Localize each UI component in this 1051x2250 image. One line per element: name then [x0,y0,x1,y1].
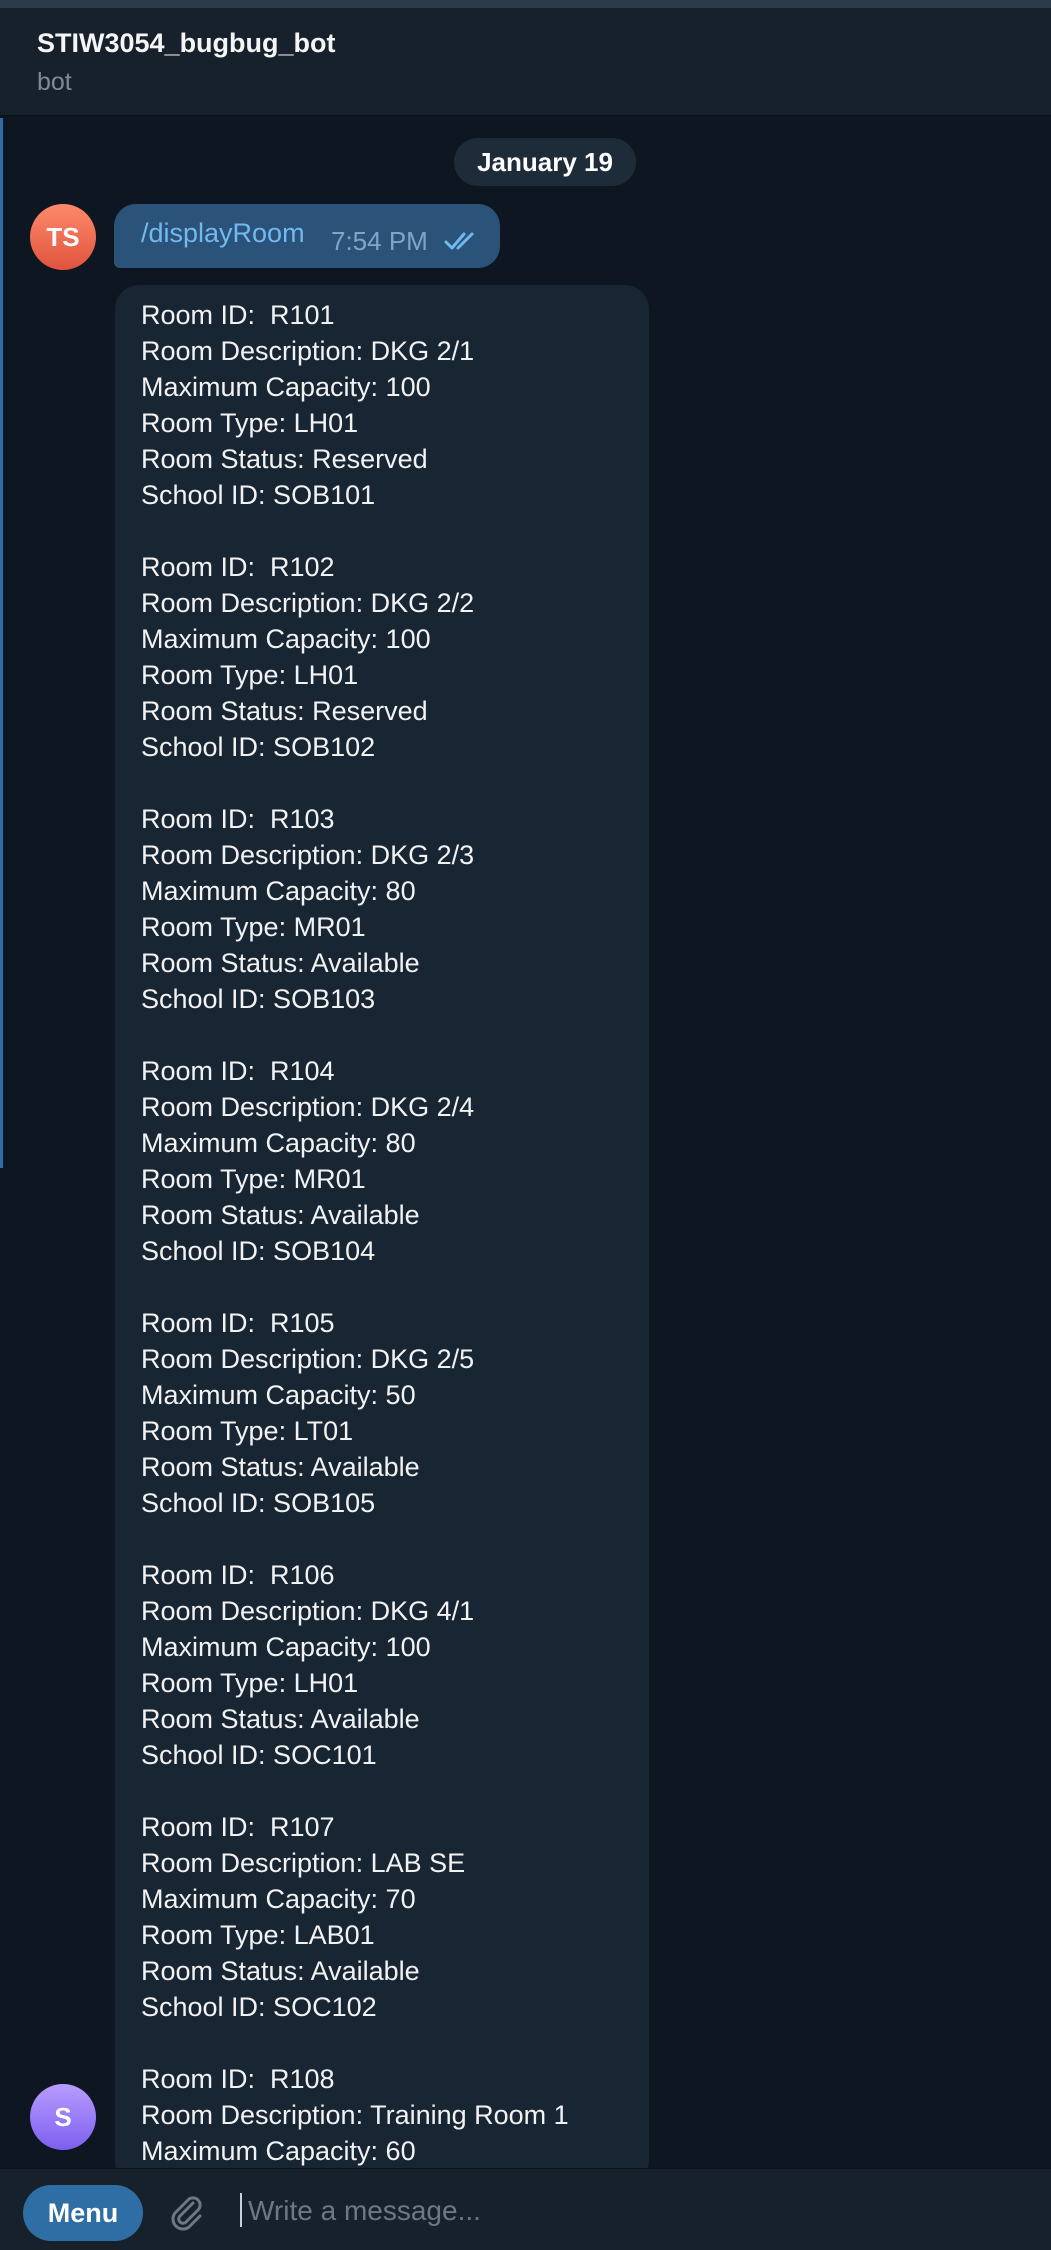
message-line: Room ID: R104 [141,1056,335,1086]
message-line: Maximum Capacity: 100 [141,624,431,654]
message-line: Room Description: LAB SE [141,1848,466,1878]
message-line: Maximum Capacity: 80 [141,876,416,906]
window-top-strip [0,0,1051,8]
message-line: Room ID: R101 [141,300,335,330]
text-cursor [240,2193,242,2227]
message-line: Room ID: R105 [141,1308,335,1338]
line-spacer [141,513,569,549]
message-input[interactable] [246,2187,1030,2235]
chat-title[interactable]: STIW3054_bugbug_bot [37,28,336,59]
message-line: Maximum Capacity: 50 [141,1380,416,1410]
message-line: School ID: SOC101 [141,1740,377,1770]
message-line: Room Type: MR01 [141,1164,366,1194]
message-line: Room Description: DKG 4/1 [141,1596,475,1626]
sender-avatar[interactable]: TS [30,204,96,270]
command-link[interactable]: /displayRoom [141,218,305,249]
message-time: 7:54 PM [331,226,428,256]
message-line: Room ID: R106 [141,1560,335,1590]
paperclip-icon[interactable] [166,2191,206,2231]
message-line: School ID: SOB103 [141,984,376,1014]
message-line: Room Type: LAB01 [141,1920,375,1950]
message-line: Room Status: Available [141,1452,420,1482]
message-line: Room ID: R103 [141,804,335,834]
message-line: Room ID: R102 [141,552,335,582]
message-line: Room Description: DKG 2/1 [141,336,475,366]
message-line: Room Description: DKG 2/3 [141,840,475,870]
message-line: Room Description: DKG 2/2 [141,588,475,618]
message-line: Maximum Capacity: 100 [141,372,431,402]
message-list[interactable]: January 19 TS /displayRoom 7:54 PM Room … [0,116,1051,2168]
room-list-text: Room ID: R101 Room Description: DKG 2/1 Ma… [141,297,569,2168]
chat-subtitle: bot [37,68,72,96]
chat-header[interactable]: STIW3054_bugbug_bot bot [0,8,1051,116]
message-line: Room ID: R107 [141,1812,335,1842]
message-line: Maximum Capacity: 80 [141,1128,416,1158]
line-spacer [141,1521,569,1557]
message-line: School ID: SOC102 [141,1992,377,2022]
line-spacer [141,1773,569,1809]
message-line: Maximum Capacity: 100 [141,1632,431,1662]
message-line: Room Status: Available [141,1200,420,1230]
line-spacer [141,2025,569,2061]
message-line: Room Status: Available [141,948,420,978]
message-line: Room Type: LH01 [141,1668,359,1698]
message-line: Room Type: LT01 [141,1416,354,1446]
bot-avatar[interactable]: S [30,2084,96,2150]
message-line: Room Description: DKG 2/4 [141,1092,475,1122]
message-line: School ID: SOB104 [141,1236,376,1266]
message-line: Room Type: LH01 [141,660,359,690]
message-line: Room Status: Reserved [141,444,428,474]
message-line: Room Status: Reserved [141,696,428,726]
message-line: Room Status: Available [141,1704,420,1734]
message-line: School ID: SOB105 [141,1488,376,1518]
message-line: Maximum Capacity: 70 [141,1884,416,1914]
menu-button[interactable]: Menu [23,2185,143,2241]
message-line: Room Type: MR01 [141,912,366,942]
message-line: Room ID: R108 [141,2064,335,2094]
message-line: School ID: SOB102 [141,732,376,762]
chat-accent-bar [0,118,3,1168]
line-spacer [141,1017,569,1053]
message-line: Room Description: Training Room 1 [141,2100,569,2130]
outgoing-message[interactable]: /displayRoom 7:54 PM [114,204,500,268]
message-composer: Menu [0,2168,1051,2250]
incoming-message[interactable]: Room ID: R101 Room Description: DKG 2/1 Ma… [115,285,649,2168]
message-line: Room Description: DKG 2/5 [141,1344,475,1374]
message-line: School ID: SOB101 [141,480,376,510]
line-spacer [141,1269,569,1305]
message-line: Room Status: Available [141,1956,420,1986]
line-spacer [141,765,569,801]
message-line: Room Type: LH01 [141,408,359,438]
double-check-icon [444,232,474,250]
message-line: Maximum Capacity: 60 [141,2136,416,2166]
date-separator: January 19 [454,138,636,186]
